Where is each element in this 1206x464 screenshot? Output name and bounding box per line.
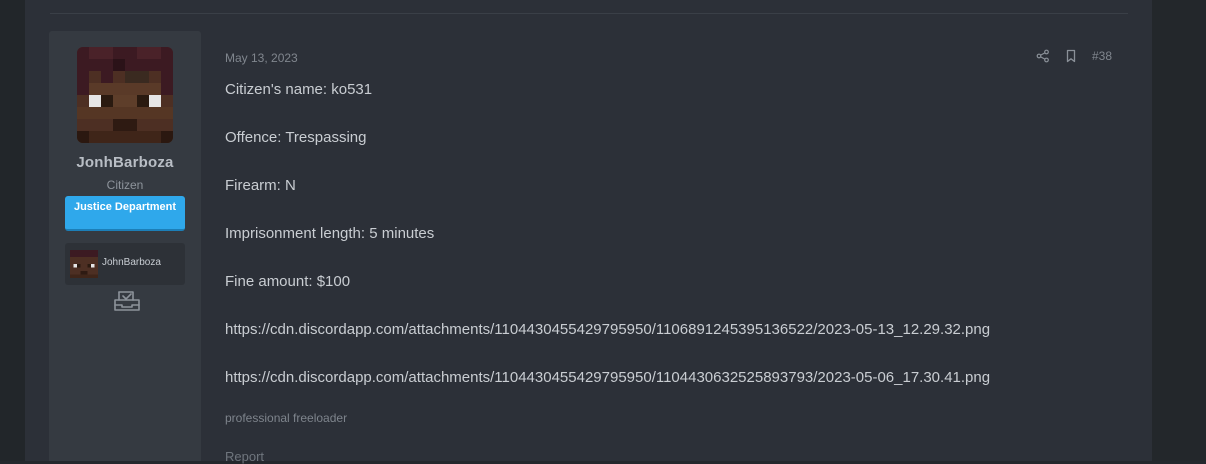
post-number[interactable]: #38: [1092, 49, 1112, 63]
post-body: Citizen's name: ko531 Offence: Trespassi…: [225, 80, 1125, 416]
message-user-column: JonhBarboza Citizen Justice Department J…: [49, 31, 201, 461]
ticket-icon[interactable]: [113, 288, 141, 312]
username[interactable]: JonhBarboza: [49, 154, 201, 171]
firearm-line: Firearm: N: [225, 177, 296, 194]
attachment-link[interactable]: https://cdn.discordapp.com/attachments/1…: [225, 368, 1125, 416]
post-divider: [50, 13, 1128, 14]
linked-account-avatar: [70, 250, 98, 278]
linked-account-name: JohnBarboza: [102, 257, 161, 268]
offence-line: Offence: Trespassing: [225, 129, 367, 146]
share-icon[interactable]: [1036, 49, 1050, 63]
bookmark-icon[interactable]: [1064, 49, 1078, 63]
page-gutter-left: [0, 0, 25, 461]
post-actions: #38: [1036, 49, 1112, 63]
post-date[interactable]: May 13, 2023: [225, 51, 298, 65]
citizen-name-line: Citizen's name: ko531: [225, 81, 373, 98]
report-link[interactable]: Report: [225, 449, 264, 464]
user-title: Citizen: [106, 178, 144, 192]
user-banner: Justice Department: [65, 196, 185, 231]
page-gutter-right: [1152, 0, 1206, 461]
signature: professional freeloader: [225, 411, 348, 425]
fine-line: Fine amount: $100: [225, 273, 351, 290]
avatar[interactable]: [77, 47, 173, 143]
attachment-link[interactable]: https://cdn.discordapp.com/attachments/1…: [225, 320, 1125, 368]
linked-account-card[interactable]: JohnBarboza: [65, 243, 185, 285]
imprisonment-line: Imprisonment length: 5 minutes: [225, 225, 435, 242]
